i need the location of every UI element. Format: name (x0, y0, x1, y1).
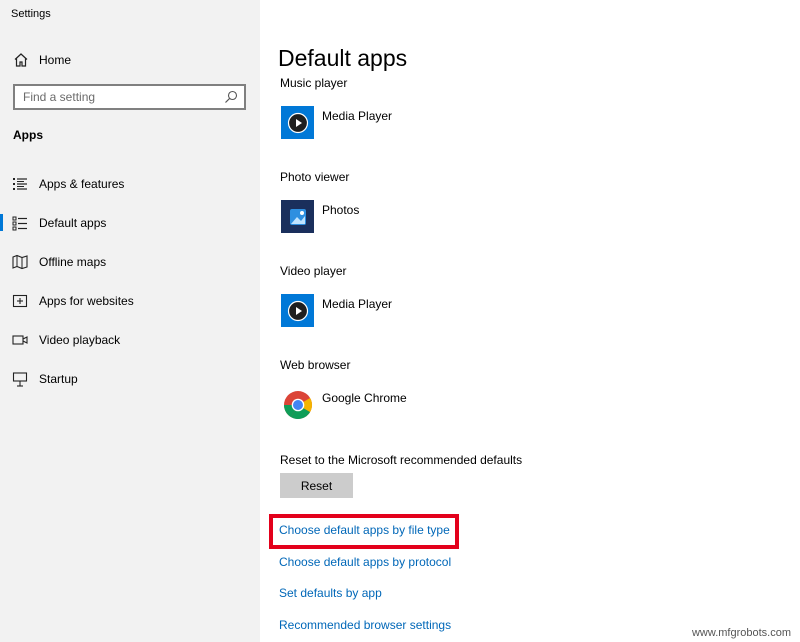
chrome-icon (281, 388, 314, 421)
sidebar-item-label: Video playback (39, 332, 121, 347)
sidebar-item-label: Apps for websites (39, 293, 134, 308)
web-apps-icon (12, 294, 28, 307)
sidebar-item-startup[interactable]: Startup (0, 359, 260, 398)
search-icon[interactable] (224, 90, 238, 104)
choose-default-apps-by-file-type-link[interactable]: Choose default apps by file type (279, 523, 450, 537)
sidebar-item-offline-maps[interactable]: Offline maps (0, 242, 260, 281)
app-name: Media Player (322, 297, 393, 311)
app-name: Media Player (322, 109, 393, 123)
home-icon (14, 53, 28, 67)
music-player-app-button[interactable]: Media Player (281, 106, 392, 140)
app-name: Google Chrome (322, 391, 407, 405)
sidebar-item-label: Apps & features (39, 176, 125, 191)
window-title: Settings (11, 8, 51, 20)
recommended-browser-settings-link[interactable]: Recommended browser settings (279, 618, 451, 632)
media-player-icon (281, 294, 314, 327)
app-name: Photos (322, 203, 360, 217)
list-icon (13, 177, 27, 190)
sidebar: Settings Home Apps Apps & features (0, 0, 260, 642)
search-input[interactable] (23, 90, 213, 104)
category-label-music: Music player (280, 76, 348, 90)
photo-viewer-app-button[interactable]: Photos (281, 200, 359, 234)
startup-icon (12, 371, 28, 387)
category-label-web: Web browser (280, 358, 351, 372)
web-browser-app-button[interactable]: Google Chrome (281, 388, 407, 422)
page-title: Default apps (278, 45, 408, 71)
home-nav-item[interactable]: Home (12, 50, 71, 70)
video-icon (12, 334, 28, 345)
sidebar-item-video-playback[interactable]: Video playback (0, 320, 260, 359)
media-player-icon (281, 106, 314, 139)
sidebar-item-label: Startup (39, 371, 78, 386)
category-label-video: Video player (280, 264, 347, 278)
sidebar-nav: Apps & features Default apps Offline map… (0, 164, 260, 398)
sidebar-item-label: Offline maps (39, 254, 107, 269)
search-box[interactable] (13, 84, 246, 110)
category-label-photo: Photo viewer (280, 170, 350, 184)
home-label: Home (39, 53, 72, 67)
reset-label: Reset to the Microsoft recommended defau… (280, 453, 523, 467)
sidebar-item-apps-for-websites[interactable]: Apps for websites (0, 281, 260, 320)
section-title: Apps (13, 128, 43, 142)
default-apps-icon (12, 216, 27, 230)
video-player-app-button[interactable]: Media Player (281, 294, 392, 328)
sidebar-item-label: Default apps (39, 215, 107, 230)
watermark: www.mfgrobots.com (688, 627, 794, 639)
sidebar-item-apps-features[interactable]: Apps & features (0, 164, 260, 203)
reset-button[interactable]: Reset (280, 473, 353, 498)
sidebar-item-default-apps[interactable]: Default apps (0, 203, 260, 242)
main-content: Default apps Music player Media Player P… (260, 0, 800, 642)
photos-icon (281, 200, 314, 233)
set-defaults-by-app-link[interactable]: Set defaults by app (279, 586, 382, 600)
choose-default-apps-by-protocol-link[interactable]: Choose default apps by protocol (279, 555, 451, 569)
map-icon (12, 254, 28, 269)
